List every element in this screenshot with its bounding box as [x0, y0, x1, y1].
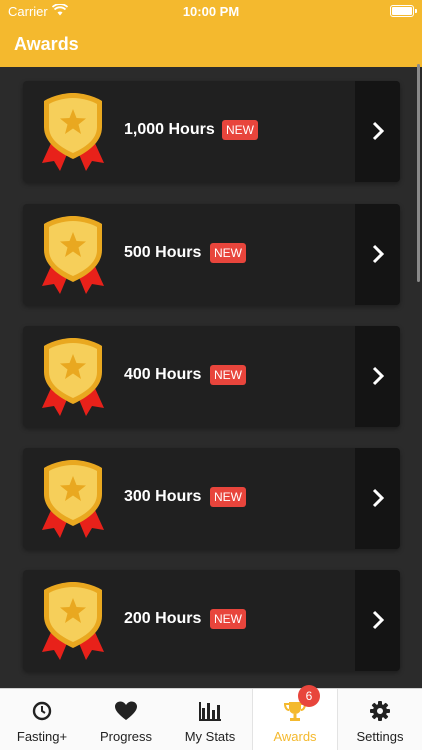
medal-icon — [42, 460, 104, 538]
chevron-right-icon — [372, 121, 385, 141]
award-label: 200 Hours — [124, 610, 202, 627]
medal-icon — [42, 216, 104, 294]
award-label: 1,000 Hours — [124, 121, 215, 138]
chevron-right-icon — [372, 244, 385, 264]
heart-icon — [115, 701, 137, 720]
chevron-right-icon — [372, 488, 385, 508]
page-title: Awards — [14, 34, 79, 54]
tab-settings[interactable]: Settings — [338, 689, 422, 750]
award-detail-button[interactable] — [355, 81, 400, 182]
tab-label: Awards — [273, 729, 317, 744]
award-detail-button[interactable] — [355, 570, 400, 671]
award-card-400-hours[interactable]: 400 Hours NEW — [23, 326, 400, 427]
award-card-1000-hours[interactable]: 1,000 Hours NEW — [23, 81, 400, 182]
award-card-200-hours[interactable]: 200 Hours NEW — [23, 570, 400, 671]
award-card-300-hours[interactable]: 300 Hours NEW — [23, 448, 400, 549]
new-badge: NEW — [210, 365, 246, 385]
award-detail-button[interactable] — [355, 204, 400, 305]
tab-bar: Fasting+ Progress My Stats 6 Awards Sett… — [0, 685, 422, 750]
tab-label: Progress — [99, 729, 153, 744]
chevron-right-icon — [372, 610, 385, 630]
new-badge: NEW — [210, 243, 246, 263]
tab-awards[interactable]: 6 Awards — [253, 685, 337, 750]
award-label: 500 Hours — [124, 244, 202, 261]
medal-icon — [42, 93, 104, 171]
new-badge: NEW — [222, 120, 258, 140]
award-label: 300 Hours — [124, 488, 202, 505]
award-card-500-hours[interactable]: 500 Hours NEW — [23, 204, 400, 305]
tab-my-stats[interactable]: My Stats — [168, 689, 252, 750]
bar-chart-icon — [199, 702, 221, 721]
medal-icon — [42, 582, 104, 660]
chevron-right-icon — [372, 366, 385, 386]
status-bar: Carrier 10:00 PM — [0, 0, 422, 22]
award-detail-button[interactable] — [355, 448, 400, 549]
tab-fasting[interactable]: Fasting+ — [0, 689, 84, 750]
scrollbar[interactable] — [417, 64, 420, 282]
clock-time: 10:00 PM — [182, 4, 240, 19]
gear-icon — [370, 701, 390, 721]
award-label: 400 Hours — [124, 366, 202, 383]
new-badge: NEW — [210, 609, 246, 629]
awards-list[interactable]: 1,000 Hours NEW 500 Hours NEW 400 Hours … — [0, 67, 422, 688]
tab-label: My Stats — [184, 729, 236, 744]
new-badge: NEW — [210, 487, 246, 507]
notification-badge: 6 — [298, 685, 320, 707]
header: Carrier 10:00 PM Awards — [0, 0, 422, 67]
medal-icon — [42, 338, 104, 416]
battery-icon — [390, 5, 417, 17]
tab-label: Settings — [356, 729, 404, 744]
tab-label: Fasting+ — [16, 729, 68, 744]
tab-progress[interactable]: Progress — [84, 689, 168, 750]
clock-icon — [32, 701, 52, 721]
award-detail-button[interactable] — [355, 326, 400, 427]
